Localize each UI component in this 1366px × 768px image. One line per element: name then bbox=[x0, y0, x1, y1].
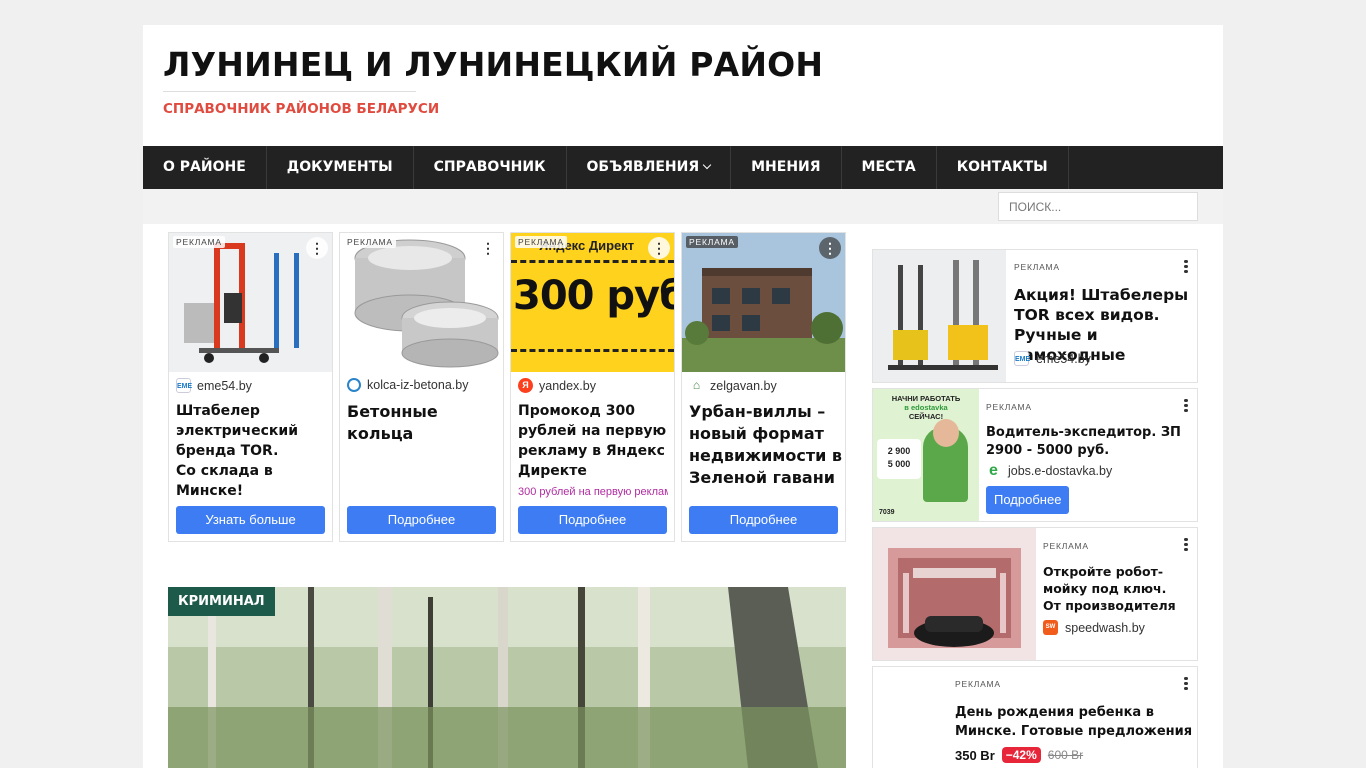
price-old: 600 Br bbox=[1047, 748, 1084, 762]
image-text: НАЧНИ РАБОТАТЬ bbox=[891, 394, 961, 403]
ad-card[interactable]: РЕКЛАМА ⋮ kolca-iz-betona.by Бетонные ко… bbox=[339, 232, 504, 542]
more-icon[interactable] bbox=[1183, 397, 1189, 415]
nav-item-label: О РАЙОНЕ bbox=[163, 159, 246, 175]
nav-item-places[interactable]: МЕСТА bbox=[842, 146, 937, 189]
sidebar-ad[interactable]: РЕКЛАМА Откройте робот-мойку под ключ. О… bbox=[872, 527, 1198, 661]
ad-source[interactable]: EME eme54.by bbox=[1014, 351, 1091, 366]
more-button[interactable]: Подробнее bbox=[689, 506, 838, 534]
featured-article-image[interactable]: КРИМИНАЛ bbox=[168, 587, 846, 768]
ad-label: РЕКЛАМА bbox=[173, 236, 225, 248]
ad-label: РЕКЛАМА bbox=[1014, 262, 1060, 272]
ad-card[interactable]: РЕКЛАМА ⋮ EME eme54.by Штабелер электрич… bbox=[168, 232, 333, 542]
ad-title[interactable]: Урбан-виллы – новый формат недвижимости … bbox=[689, 401, 844, 489]
nav-item-contacts[interactable]: КОНТАКТЫ bbox=[937, 146, 1069, 189]
ad-title[interactable]: Водитель-экспедитор. ЗП 2900 - 5000 руб. bbox=[986, 424, 1194, 460]
ad-label: РЕКЛАМА bbox=[986, 402, 1032, 412]
ad-source[interactable]: Я yandex.by bbox=[518, 378, 596, 393]
image-text: 5 000 bbox=[887, 459, 911, 469]
ad-card[interactable]: Яндекс Директ 300 руб. РЕКЛАМА ⋮ Я yande… bbox=[510, 232, 675, 542]
nav-item-ads[interactable]: ОБЪЯВЛЕНИЯ bbox=[567, 146, 732, 189]
more-icon[interactable] bbox=[1183, 258, 1189, 276]
more-button[interactable]: Подробнее bbox=[347, 506, 496, 534]
nav-item-about[interactable]: О РАЙОНЕ bbox=[143, 146, 267, 189]
price-current: 350 Br bbox=[955, 747, 995, 763]
image-text: СЕЙЧАС! bbox=[908, 412, 944, 421]
ad-source[interactable]: ⌂ zelgavan.by bbox=[689, 378, 777, 393]
ad-card[interactable]: РЕКЛАМА ⋮ ⌂ zelgavan.by Урбан-виллы – но… bbox=[681, 232, 846, 542]
image-text: 300 руб. bbox=[513, 273, 674, 319]
ad-label: РЕКЛАМА bbox=[686, 236, 738, 248]
ad-label: РЕКЛАМА bbox=[515, 236, 567, 248]
learn-more-button[interactable]: Узнать больше bbox=[176, 506, 325, 534]
image-text: в edostavka bbox=[904, 403, 948, 412]
price-block: 350 Br −42% 600 Br bbox=[955, 747, 1083, 763]
edostavka-logo-icon: e bbox=[986, 463, 1001, 479]
house-logo-icon: ⌂ bbox=[692, 378, 701, 392]
speedwash-logo-icon: SW bbox=[1043, 620, 1058, 635]
search-bar bbox=[143, 189, 1223, 224]
more-icon[interactable] bbox=[1183, 536, 1189, 554]
nav-item-label: МНЕНИЯ bbox=[751, 159, 821, 175]
stacker-image[interactable] bbox=[873, 250, 1006, 382]
eme-logo-icon: EME bbox=[1014, 351, 1030, 366]
driver-job-image[interactable]: НАЧНИ РАБОТАТЬ в edostavka СЕЙЧАС! 2 900… bbox=[873, 389, 979, 521]
eme-logo-icon: EME bbox=[176, 378, 192, 393]
search-input[interactable] bbox=[998, 192, 1198, 221]
nav-item-label: ОБЪЯВЛЕНИЯ bbox=[586, 159, 700, 175]
more-icon[interactable]: ⋮ bbox=[819, 237, 841, 259]
ad-source-label: zelgavan.by bbox=[710, 378, 777, 393]
category-badge[interactable]: КРИМИНАЛ bbox=[168, 587, 275, 616]
more-button[interactable]: Подробнее bbox=[986, 486, 1070, 514]
more-icon[interactable] bbox=[1183, 675, 1189, 693]
ring-logo-icon bbox=[347, 378, 361, 392]
ad-source-label: eme54.by bbox=[197, 378, 252, 393]
ad-title[interactable]: Штабелер электрический бренда TOR. Со ск… bbox=[176, 401, 328, 501]
ad-source-label: jobs.e-dostavka.by bbox=[1008, 463, 1113, 478]
sidebar-ad[interactable]: РЕКЛАМА Акция! Штабелеры TOR всех видов.… bbox=[872, 249, 1198, 383]
sidebar-ad[interactable]: НАЧНИ РАБОТАТЬ в edostavka СЕЙЧАС! 2 900… bbox=[872, 388, 1198, 522]
ad-label: РЕКЛАМА bbox=[1043, 541, 1089, 551]
ad-source[interactable]: EME eme54.by bbox=[176, 378, 252, 393]
ad-source-label: kolca-iz-betona.by bbox=[367, 378, 469, 392]
nav-item-directory[interactable]: СПРАВОЧНИК bbox=[414, 146, 567, 189]
sidebar-ad[interactable]: РЕКЛАМА День рождения ребенка в Минске. … bbox=[872, 666, 1198, 768]
nav-item-documents[interactable]: ДОКУМЕНТЫ bbox=[267, 146, 414, 189]
more-icon[interactable]: ⋮ bbox=[648, 237, 670, 259]
nav-item-label: МЕСТА bbox=[861, 159, 916, 175]
image-text: 2 900 bbox=[887, 446, 911, 456]
nav-item-label: ДОКУМЕНТЫ bbox=[286, 159, 393, 175]
more-button[interactable]: Подробнее bbox=[518, 506, 667, 534]
nav-item-label: КОНТАКТЫ bbox=[956, 159, 1048, 175]
site-tagline: СПРАВОЧНИК РАЙОНОВ БЕЛАРУСИ bbox=[163, 91, 439, 117]
car-wash-image[interactable] bbox=[873, 528, 1036, 660]
ad-source-label: yandex.by bbox=[539, 378, 596, 393]
ad-title[interactable]: Промокод 300 рублей на первую рекламу в … bbox=[518, 401, 670, 481]
ad-title[interactable]: Бетонные кольца bbox=[347, 401, 499, 445]
ad-source-label: eme54.by bbox=[1036, 351, 1091, 366]
ad-source[interactable]: SW speedwash.by bbox=[1043, 620, 1145, 635]
yandex-logo-icon: Я bbox=[518, 378, 533, 393]
ad-source-label: speedwash.by bbox=[1065, 620, 1145, 635]
discount-badge: −42% bbox=[1001, 747, 1041, 763]
ad-label: РЕКЛАМА bbox=[955, 679, 1001, 689]
image-text: 7039 bbox=[879, 509, 895, 516]
nav-item-label: СПРАВОЧНИК bbox=[433, 159, 546, 175]
ad-title[interactable]: День рождения ребенка в Минске. Готовые … bbox=[955, 703, 1195, 741]
ad-source[interactable]: e jobs.e-dostavka.by bbox=[986, 463, 1113, 479]
ad-source[interactable]: kolca-iz-betona.by bbox=[347, 378, 468, 392]
site-title[interactable]: ЛУНИНЕЦ И ЛУНИНЕЦКИЙ РАЙОН bbox=[163, 45, 823, 84]
ad-subtitle: 300 рублей на первую рекламу bbox=[518, 486, 668, 498]
chevron-down-icon bbox=[702, 160, 712, 170]
main-nav: О РАЙОНЕ ДОКУМЕНТЫ СПРАВОЧНИК ОБЪЯВЛЕНИЯ… bbox=[143, 146, 1223, 189]
more-icon[interactable]: ⋮ bbox=[477, 237, 499, 259]
nav-item-opinions[interactable]: МНЕНИЯ bbox=[731, 146, 842, 189]
ad-title[interactable]: Откройте робот-мойку под ключ. От произв… bbox=[1043, 563, 1193, 614]
more-icon[interactable]: ⋮ bbox=[306, 237, 328, 259]
ad-label: РЕКЛАМА bbox=[344, 236, 396, 248]
